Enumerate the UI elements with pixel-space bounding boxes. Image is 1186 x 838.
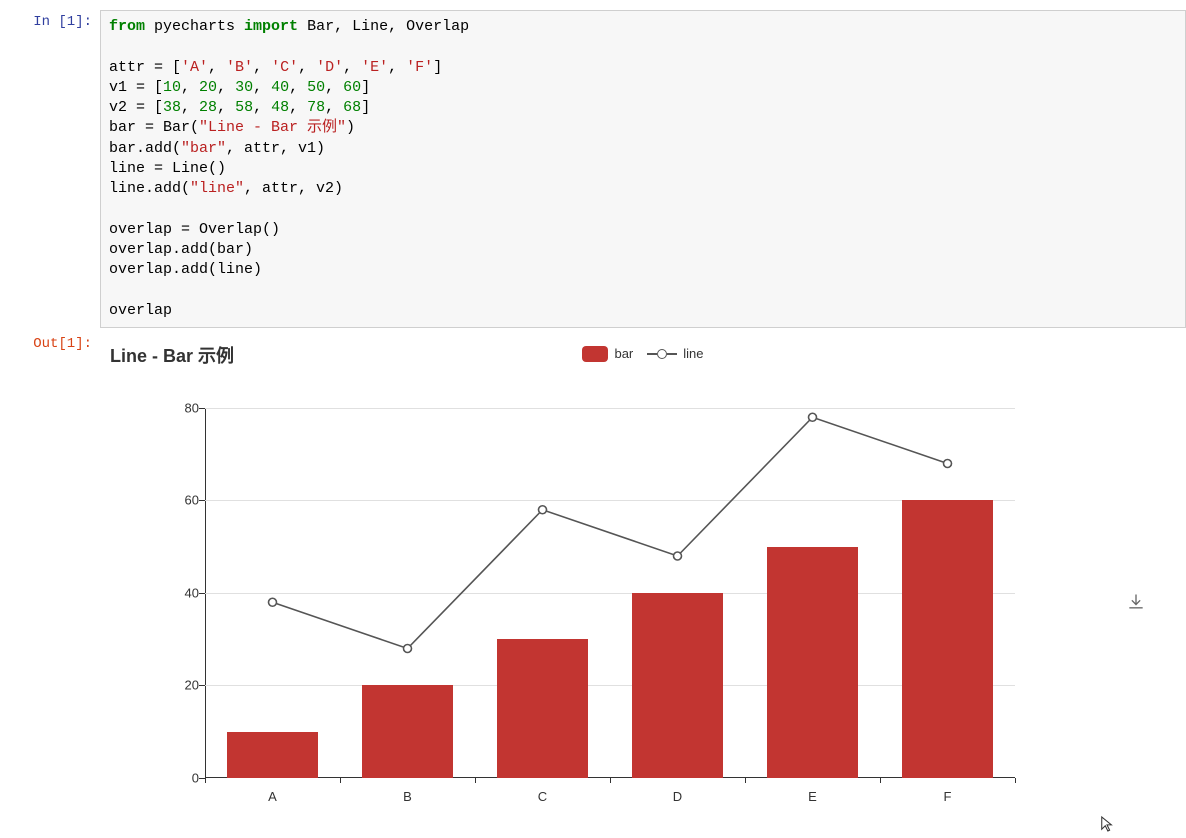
output-prompt: Out[1]: (0, 332, 100, 356)
x-tick (475, 778, 476, 783)
x-tick (745, 778, 746, 783)
str: 'D' (316, 59, 343, 76)
str: 'B' (226, 59, 253, 76)
legend-bar-swatch (582, 346, 608, 362)
code-text: , (298, 59, 316, 76)
code-text: bar = Bar( (109, 119, 199, 136)
code-text: pyecharts (145, 18, 244, 35)
line-point[interactable] (269, 598, 277, 606)
code-text: , (388, 59, 406, 76)
x-tick (340, 778, 341, 783)
input-prompt: In [1]: (0, 10, 100, 34)
str: 'F' (406, 59, 433, 76)
y-tick (199, 500, 205, 501)
str: 'C' (271, 59, 298, 76)
x-tick-label: B (403, 789, 412, 804)
x-tick (610, 778, 611, 783)
chart-plot-area[interactable]: 020406080ABCDEF (205, 408, 1015, 778)
code-text: v2 = [ (109, 99, 163, 116)
code-text: line.add( (109, 180, 190, 197)
legend-item-bar[interactable]: bar (582, 346, 633, 362)
line-point[interactable] (404, 644, 412, 652)
code-text: ) (346, 119, 355, 136)
code-cell[interactable]: from pyecharts import Bar, Line, Overlap… (100, 10, 1186, 328)
line-point[interactable] (539, 506, 547, 514)
line-point[interactable] (674, 552, 682, 560)
num: 48 (271, 99, 289, 116)
y-tick-label: 20 (165, 678, 199, 693)
code-text: attr = [ (109, 59, 181, 76)
str: 'A' (181, 59, 208, 76)
x-tick-label: C (538, 789, 547, 804)
x-tick-label: D (673, 789, 682, 804)
legend-line-label: line (683, 346, 703, 361)
num: 68 (343, 99, 361, 116)
code-text: overlap (109, 302, 172, 319)
code-text: Bar, Line, Overlap (298, 18, 469, 35)
num: 60 (343, 79, 361, 96)
num: 40 (271, 79, 289, 96)
code-text: ] (433, 59, 442, 76)
download-icon[interactable] (1126, 592, 1146, 612)
x-tick-label: E (808, 789, 817, 804)
num: 78 (307, 99, 325, 116)
line-point[interactable] (944, 459, 952, 467)
num: 20 (199, 79, 217, 96)
x-tick (205, 778, 206, 783)
code-text: line = Line() (109, 160, 226, 177)
line-path (273, 417, 948, 648)
x-tick-label: F (944, 789, 952, 804)
num: 10 (163, 79, 181, 96)
code-text: , (208, 59, 226, 76)
num: 38 (163, 99, 181, 116)
y-tick (199, 408, 205, 409)
y-tick-label: 60 (165, 493, 199, 508)
code-text: overlap.add(line) (109, 261, 262, 278)
str: "bar" (181, 140, 226, 157)
num: 50 (307, 79, 325, 96)
line-point[interactable] (809, 413, 817, 421)
y-tick-label: 0 (165, 770, 199, 785)
legend-bar-label: bar (614, 346, 633, 361)
num: 58 (235, 99, 253, 116)
num: 30 (235, 79, 253, 96)
output-area: Line - Bar 示例 bar line 020406080ABCDEF (100, 332, 1186, 778)
chart-legend: bar line (100, 346, 1186, 362)
y-tick (199, 593, 205, 594)
x-tick (1015, 778, 1016, 783)
code-text: , (253, 59, 271, 76)
str: "Line - Bar 示例" (199, 119, 346, 136)
code-text: , (343, 59, 361, 76)
y-tick-label: 40 (165, 585, 199, 600)
x-tick (880, 778, 881, 783)
cursor-icon (1100, 815, 1114, 829)
code-text: v1 = [ (109, 79, 163, 96)
code-text: bar.add( (109, 140, 181, 157)
line-series (205, 408, 1015, 778)
kw-from: from (109, 18, 145, 35)
code-text: overlap = Overlap() (109, 221, 280, 238)
y-tick-label: 80 (165, 400, 199, 415)
legend-item-line[interactable]: line (647, 346, 703, 362)
y-tick (199, 685, 205, 686)
x-tick-label: A (268, 789, 277, 804)
num: 28 (199, 99, 217, 116)
legend-line-swatch (647, 346, 677, 362)
code-text: overlap.add(bar) (109, 241, 253, 258)
code-text: , attr, v2) (244, 180, 343, 197)
str: "line" (190, 180, 244, 197)
kw-import: import (244, 18, 298, 35)
str: 'E' (361, 59, 388, 76)
code-text: , attr, v1) (226, 140, 325, 157)
